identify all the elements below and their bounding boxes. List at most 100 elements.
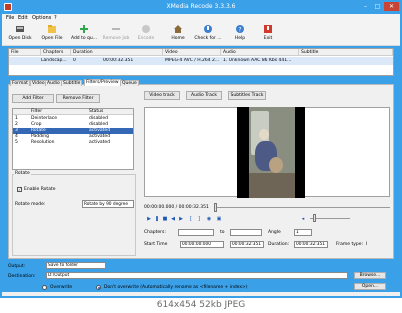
file-list[interactable]: File Chapters Duration Video Audio Subti… [8,48,394,76]
status-bar [2,292,400,296]
seek-bar[interactable] [216,207,390,208]
maximize-button[interactable]: □ [372,2,383,11]
tab-subtitle[interactable]: Subtitle [61,80,83,86]
destination-field[interactable]: D:\Output [46,272,348,279]
filter-table-header: Filter Status [13,109,133,115]
stop-icon[interactable]: ■ [162,216,168,222]
angle-select[interactable]: 1 [294,229,312,236]
help-icon: ? [236,25,244,33]
window-title: XMedia Recode 3.3.3.6 [166,3,236,10]
menu-bar: File Edit Options ? [2,14,400,22]
table-cell: Landscap... [41,58,67,63]
menu-edit[interactable]: Edit [18,15,28,21]
enable-rotate-checkbox[interactable]: ✓ [17,187,22,192]
update-icon [204,25,212,33]
floor [249,173,295,198]
start-time-label: Start Time [144,242,168,247]
toolbar: Open Disk Open File Add to qu... Remove … [2,22,400,46]
browse-button[interactable]: Browse... [354,272,386,279]
title-bar: XMedia Recode 3.3.3.6 – □ ✕ [0,0,402,14]
encode-button[interactable]: Encode [130,24,162,45]
destination-label: Destination: [8,274,36,279]
column-header[interactable]: File [9,49,41,56]
subtitles-track-button[interactable]: Subtitles Track [228,91,266,100]
disc-icon [16,26,24,32]
column-header[interactable]: Duration [71,49,163,56]
duration-field: 00:00:32:351 [294,241,328,248]
table-cell: MPEG-4 AVC / H.264 2... [165,58,220,63]
frame-type-label: Frame type: [336,242,364,247]
rotate-mode-label: Rotate mode: [15,202,46,207]
filter-row[interactable]: 5 Resolution activated [13,140,133,146]
output-select[interactable]: Save to folder [46,262,106,269]
check-updates-button[interactable]: Check for ... [192,24,224,45]
fullscreen-icon[interactable]: ▣ [216,216,222,222]
tab-filters-preview[interactable]: Filters/Preview [84,79,121,86]
table-cell [299,58,393,64]
add-icon [80,25,88,33]
duration-label: Duration: [268,242,290,247]
rotate-group-title: Rotate [14,171,31,176]
home-icon [174,25,182,33]
output-label: Output: [8,264,26,269]
volume-slider[interactable] [310,218,350,219]
video-frame [249,107,295,198]
exit-button[interactable]: Exit [252,24,284,45]
menu-options[interactable]: Options [32,15,51,21]
letterbox-right [295,107,305,198]
rotate-mode-select[interactable]: Rotate by 90 degree [82,200,134,208]
enable-rotate-label: Enable Rotate [24,187,56,192]
prev-frame-icon[interactable]: ◀ [170,216,176,222]
close-button[interactable]: ✕ [384,2,399,11]
open-file-button[interactable]: Open File [36,24,68,45]
chapter-end-select[interactable] [230,229,262,236]
play-icon[interactable]: ▶ [146,216,152,222]
volume-thumb[interactable] [313,214,316,222]
child-head [259,129,269,140]
to-label: to [220,230,225,235]
mark-end-icon[interactable]: ] [196,216,202,222]
snapshot-icon[interactable]: ◉ [206,216,212,222]
tab-queue[interactable]: Queue [120,80,139,86]
mark-start-icon[interactable]: [ [188,216,194,222]
menu-file[interactable]: File [6,15,14,21]
open-disk-button[interactable]: Open Disk [4,24,36,45]
time-display: 00:00:00.000 / 00:00:32.351 [144,205,209,210]
frame-type-value: I [366,242,368,247]
add-filter-button[interactable]: Add Filter [12,94,54,103]
overwrite-label: Overwrite [50,285,73,290]
angle-label: Angle [268,230,281,235]
column-header[interactable]: Subtitle [299,49,393,56]
pause-icon[interactable]: ❚ [154,216,160,222]
add-to-queue-button[interactable]: Add to qu... [68,24,100,45]
next-frame-icon[interactable]: ▶ [178,216,184,222]
svg-text:?: ? [238,26,241,33]
minimize-button[interactable]: – [360,2,371,11]
chapter-start-select[interactable] [178,229,214,236]
open-button[interactable]: Open... [354,283,386,290]
overwrite-radio[interactable] [42,285,47,290]
remove-job-button[interactable]: Remove Job [100,24,132,45]
column-header[interactable]: Video [163,49,221,56]
exit-icon [264,25,272,33]
tab-format[interactable]: Format [10,80,30,86]
seek-thumb[interactable] [214,203,217,212]
audio-track-button[interactable]: Audio Track [186,91,222,100]
volume-icon[interactable]: ◂ [300,216,306,222]
start-time-field[interactable]: 00:00:00:000 [180,241,224,248]
home-button[interactable]: Home [162,24,194,45]
remove-filter-button[interactable]: Remove Filter [56,94,100,103]
letterbox-left [237,107,249,198]
filter-table[interactable]: Filter Status 1 Deinterlace disabled 2 C… [12,108,134,170]
dont-overwrite-radio[interactable] [96,285,101,290]
folder-icon [48,25,56,33]
image-caption: 614x454 52kb JPEG [0,298,402,313]
table-cell: 0 [73,58,76,63]
menu-help[interactable]: ? [54,15,57,21]
column-header[interactable]: Audio [221,49,299,56]
end-time-field[interactable]: 00:00:32:351 [230,241,264,248]
toy [269,157,283,173]
video-track-button[interactable]: Video track [144,91,180,100]
tab-audio[interactable]: Audio [45,80,62,86]
column-header[interactable]: Chapters [41,49,71,56]
